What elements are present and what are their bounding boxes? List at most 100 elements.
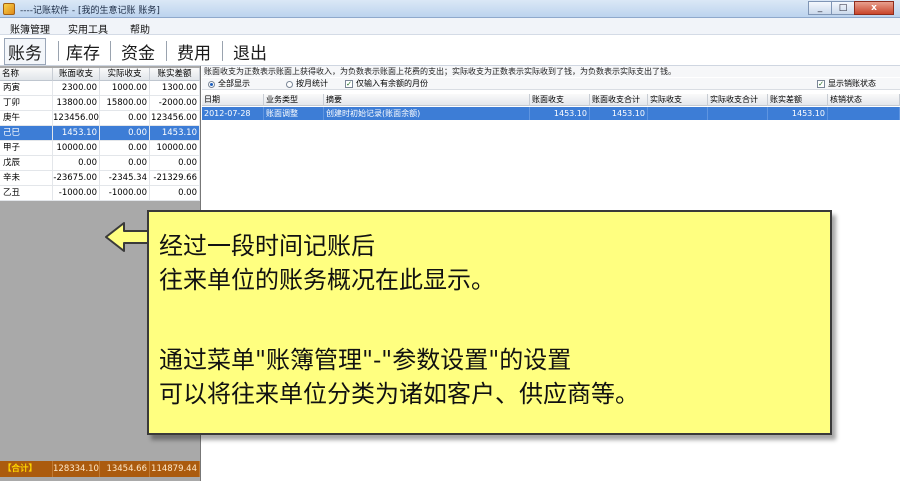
row-name: 甲子 <box>0 141 53 156</box>
row-actual: 0.00 <box>100 111 150 126</box>
column-header-book-total[interactable]: 账面收支合计 <box>590 94 648 106</box>
callout-line: 可以将往来单位分类为诸如客户、供应商等。 <box>159 380 639 408</box>
row-actual: -2345.34 <box>100 171 150 186</box>
row-book: 1453.10 <box>53 126 100 141</box>
row-book: 2300.00 <box>53 81 100 96</box>
include-filter-label: 仅输入有余额的月份 <box>356 79 428 88</box>
column-header-book[interactable]: 账面收支 <box>53 68 100 81</box>
row-actual: 0.00 <box>100 141 150 156</box>
app-icon <box>3 3 15 15</box>
info-text: 账面收支为正数表示账面上获得收入，为负数表示账面上花费的支出；实际收支为正数表示… <box>202 66 900 77</box>
row-actual: 0.00 <box>100 156 150 171</box>
menu-bar: 账簿管理 实用工具 帮助 <box>0 18 900 36</box>
show-settled-label: 显示销账状态 <box>828 79 876 88</box>
toolbar-separator <box>58 41 59 61</box>
window-controls: _ □ x <box>808 1 894 15</box>
table-row[interactable]: 戊辰 0.00 0.00 0.00 <box>0 156 200 171</box>
row-name: 辛未 <box>0 171 53 186</box>
totals-actual: 13454.66 <box>100 461 150 477</box>
row-diff: 0.00 <box>150 186 200 201</box>
menu-tools[interactable]: 实用工具 <box>68 21 108 36</box>
checkbox-icon: ✓ <box>345 80 353 88</box>
tab-funds[interactable]: 资金 <box>121 39 155 64</box>
row-diff: -21329.66 <box>150 171 200 186</box>
row-diff: 10000.00 <box>150 141 200 156</box>
row-actual-total <box>708 107 768 120</box>
checkbox-icon: ✓ <box>817 80 825 88</box>
main-toolbar: 账务 库存 资金 费用 退出 <box>0 35 900 66</box>
column-header-date[interactable]: 日期 <box>202 94 264 106</box>
totals-row: 【合计】 128334.10 13454.66 114879.44 <box>0 461 200 477</box>
row-name: 乙丑 <box>0 186 53 201</box>
show-settled-checkbox[interactable]: ✓ 显示销账状态 <box>817 78 876 90</box>
radio-icon <box>286 80 293 88</box>
tab-inventory[interactable]: 库存 <box>66 39 100 64</box>
menu-ledger[interactable]: 账簿管理 <box>10 21 50 36</box>
tab-expenses[interactable]: 费用 <box>177 39 211 64</box>
title-bar: ----记账软件 - [我的生意记账 账务] _ □ x <box>0 0 900 18</box>
row-diff: -2000.00 <box>150 96 200 111</box>
close-button[interactable]: x <box>854 1 894 15</box>
totals-label: 【合计】 <box>0 461 53 477</box>
toolbar-separator <box>166 41 167 61</box>
row-book: 123456.00 <box>53 111 100 126</box>
row-diff: 123456.00 <box>150 111 200 126</box>
table-row[interactable]: 乙丑 -1000.00 -1000.00 0.00 <box>0 186 200 201</box>
row-name: 戊辰 <box>0 156 53 171</box>
row-actual: 15800.00 <box>100 96 150 111</box>
table-row[interactable]: 辛未 -23675.00 -2345.34 -21329.66 <box>0 171 200 186</box>
column-header-diff[interactable]: 账实差额 <box>768 94 828 106</box>
row-book: -23675.00 <box>53 171 100 186</box>
column-header-type[interactable]: 业务类型 <box>264 94 324 106</box>
totals-diff: 114879.44 <box>150 461 200 477</box>
row-book: -1000.00 <box>53 186 100 201</box>
filter-options: 全部显示 按月统计 ✓ 仅输入有余额的月份 ✓ 显示销账状态 <box>202 78 900 90</box>
table-row[interactable]: 甲子 10000.00 0.00 10000.00 <box>0 141 200 156</box>
row-actual <box>648 107 708 120</box>
row-status <box>828 107 900 120</box>
row-actual: 0.00 <box>100 126 150 141</box>
column-header-actual[interactable]: 实际收支 <box>648 94 708 106</box>
row-date: 2012-07-28 <box>202 107 264 120</box>
row-summary: 创建时初始记录(账面余额) <box>324 107 530 120</box>
row-diff: 1300.00 <box>150 81 200 96</box>
include-filter-checkbox[interactable]: ✓ 仅输入有余额的月份 <box>345 78 428 90</box>
show-all-label: 全部显示 <box>218 79 250 88</box>
row-book-total: 1453.10 <box>590 107 648 120</box>
table-row-selected[interactable]: 2012-07-28 账面调整 创建时初始记录(账面余额) 1453.10 14… <box>202 107 900 120</box>
row-diff: 0.00 <box>150 156 200 171</box>
column-header-summary[interactable]: 摘要 <box>324 94 530 106</box>
table-row-selected[interactable]: 己巳 1453.10 0.00 1453.10 <box>0 126 200 141</box>
row-actual: -1000.00 <box>100 186 150 201</box>
row-book: 1453.10 <box>530 107 590 120</box>
table-row[interactable]: 丙寅 2300.00 1000.00 1300.00 <box>0 81 200 96</box>
partner-table-header: 名称 账面收支 实际收支 账实差额 <box>0 68 200 81</box>
minimize-button[interactable]: _ <box>808 1 832 15</box>
row-name: 丁卯 <box>0 96 53 111</box>
row-book: 10000.00 <box>53 141 100 156</box>
row-book: 13800.00 <box>53 96 100 111</box>
column-header-status[interactable]: 核销状态 <box>828 94 900 106</box>
column-header-name[interactable]: 名称 <box>0 68 53 81</box>
tab-accounts[interactable]: 账务 <box>4 38 46 65</box>
callout-line: 通过菜单"账簿管理"-"参数设置"的设置 <box>159 346 572 374</box>
radio-icon <box>208 80 215 88</box>
maximize-button[interactable]: □ <box>831 1 855 15</box>
column-header-actual-total[interactable]: 实际收支合计 <box>708 94 768 106</box>
callout-line: 往来单位的账务概况在此显示。 <box>159 266 495 294</box>
row-book: 0.00 <box>53 156 100 171</box>
totals-book: 128334.10 <box>53 461 100 477</box>
period-stats-radio[interactable]: 按月统计 <box>286 78 328 90</box>
column-header-diff[interactable]: 账实差额 <box>150 68 200 81</box>
exit-button[interactable]: 退出 <box>233 39 267 64</box>
column-header-actual[interactable]: 实际收支 <box>100 68 150 81</box>
column-header-book[interactable]: 账面收支 <box>530 94 590 106</box>
row-type: 账面调整 <box>264 107 324 120</box>
window-title: ----记账软件 - [我的生意记账 账务] <box>20 6 160 16</box>
menu-help[interactable]: 帮助 <box>130 21 150 36</box>
row-name: 丙寅 <box>0 81 53 96</box>
toolbar-separator <box>222 41 223 61</box>
table-row[interactable]: 庚午 123456.00 0.00 123456.00 <box>0 111 200 126</box>
show-all-radio[interactable]: 全部显示 <box>208 78 250 90</box>
table-row[interactable]: 丁卯 13800.00 15800.00 -2000.00 <box>0 96 200 111</box>
